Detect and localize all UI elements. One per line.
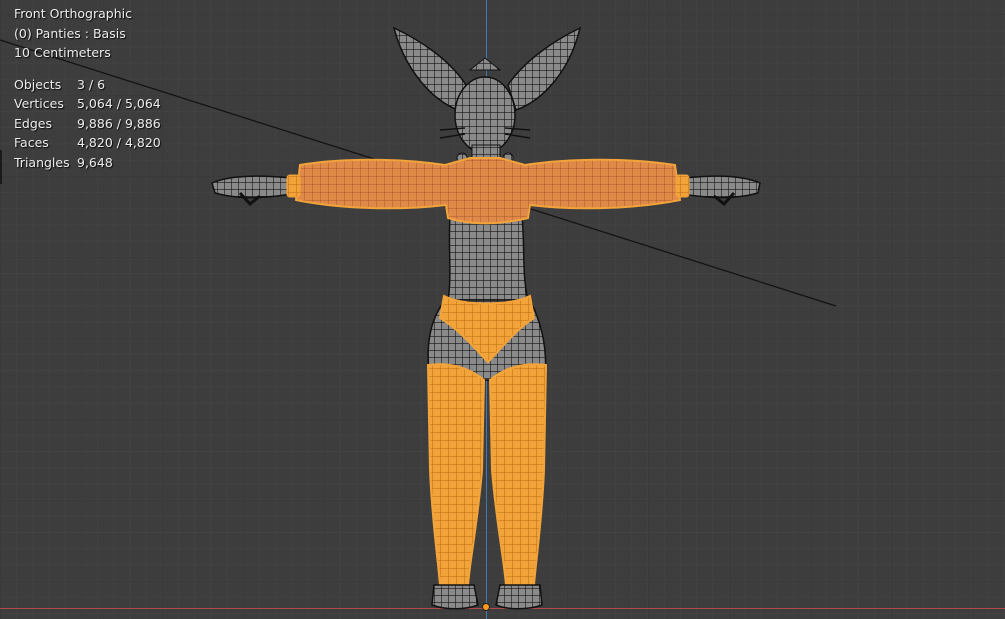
3d-viewport[interactable]: Front Orthographic (0) Panties : Basis 1…: [0, 0, 1005, 619]
stat-triangles: Triangles 9,648: [14, 153, 161, 173]
stat-value: 5,064 / 5,064: [77, 96, 161, 111]
stat-faces: Faces 4,820 / 4,820: [14, 133, 161, 153]
view-name: Front Orthographic: [14, 6, 132, 21]
stat-vertices: Vertices 5,064 / 5,064: [14, 94, 161, 114]
origin-point[interactable]: [482, 603, 490, 611]
stat-label: Triangles: [14, 154, 70, 170]
right-cuff: [675, 174, 690, 198]
viewport-text-overlay: Front Orthographic (0) Panties : Basis 1…: [14, 4, 161, 172]
stat-label: Vertices: [14, 96, 64, 111]
stat-label: Edges: [14, 115, 52, 131]
shirt-mesh[interactable]: [294, 157, 682, 225]
stat-value: 9,886 / 9,886: [77, 115, 161, 131]
stat-label: Objects: [14, 76, 62, 92]
stat-value: 9,648: [77, 154, 113, 170]
torso-wire: [447, 214, 529, 301]
stat-value: 3 / 6: [77, 76, 106, 92]
stat-edges: Edges 9,886 / 9,886: [14, 114, 161, 134]
grid-scale-label: 10 Centimeters: [14, 45, 111, 60]
left-cuff: [286, 174, 301, 198]
stat-label: Faces: [14, 135, 49, 150]
stat-value: 4,820 / 4,820: [77, 135, 161, 150]
stockings-mesh[interactable]: [426, 363, 548, 586]
active-object-label: (0) Panties : Basis: [14, 25, 126, 41]
scene-statistics: Objects 3 / 6 Vertices 5,064 / 5,064 Edg…: [14, 75, 161, 173]
stat-objects: Objects 3 / 6: [14, 75, 161, 95]
